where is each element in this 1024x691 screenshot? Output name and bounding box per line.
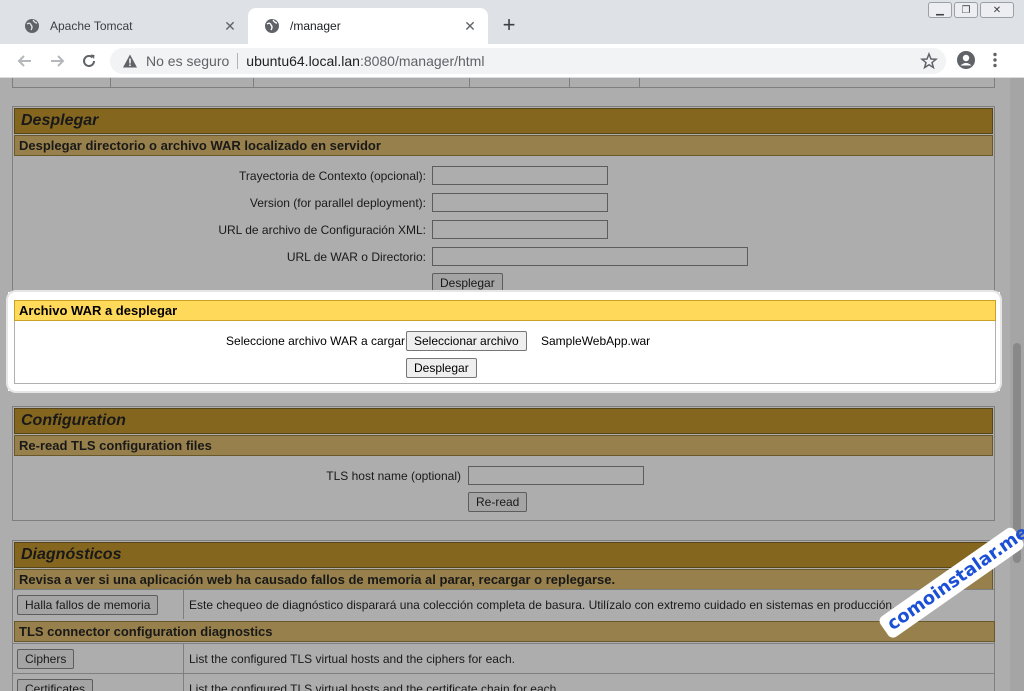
close-icon[interactable]: ✕ [462,18,478,34]
war-upload-card: Archivo WAR a desplegar Seleccione archi… [8,292,1000,391]
choose-file-button[interactable]: Seleccionar archivo [406,331,527,351]
war-upload-title: Archivo WAR a desplegar [14,300,996,321]
close-window-button[interactable]: ✕ [980,2,1014,18]
dim-overlay [0,391,1024,691]
security-status[interactable]: No es seguro [146,53,229,69]
address-bar[interactable]: No es seguro ubuntu64.local.lan :8080/ma… [110,48,946,74]
minimize-button[interactable]: ▁ [928,2,952,18]
profile-icon[interactable] [956,50,976,70]
warning-icon[interactable] [122,53,138,69]
globe-icon [24,18,40,34]
star-icon[interactable] [920,52,938,70]
globe-icon [264,18,280,34]
page-viewport: Desplegar Desplegar directorio o archivo… [0,78,1024,691]
reload-icon[interactable] [78,50,100,72]
tab-label: Apache Tomcat [50,19,133,33]
url-host: ubuntu64.local.lan [246,53,360,69]
tab-strip: Apache Tomcat ✕ /manager ✕ + ▁ ❐ ✕ [0,0,1024,44]
kebab-menu-icon[interactable] [992,52,998,68]
url-path: :8080/manager/html [359,53,485,69]
select-war-label: Seleccione archivo WAR a cargar [226,334,405,348]
restore-button[interactable]: ❐ [954,2,978,18]
deploy-war-button[interactable]: Desplegar [406,358,477,378]
dim-overlay [1000,292,1024,391]
tab-apache-tomcat[interactable]: Apache Tomcat ✕ [8,8,248,44]
dim-overlay [0,78,1024,292]
forward-arrow-icon[interactable] [46,50,68,72]
close-icon[interactable]: ✕ [222,18,238,34]
browser-toolbar: No es seguro ubuntu64.local.lan :8080/ma… [0,44,1024,78]
war-upload-form: Seleccione archivo WAR a cargar Seleccio… [14,321,996,384]
dim-overlay [0,292,8,391]
url-separator [237,53,239,69]
selected-file-name: SampleWebApp.war [541,334,651,348]
new-tab-button[interactable]: + [498,14,520,36]
tab-label: /manager [290,19,341,33]
back-arrow-icon[interactable] [14,50,36,72]
tab-manager[interactable]: /manager ✕ [248,8,488,44]
